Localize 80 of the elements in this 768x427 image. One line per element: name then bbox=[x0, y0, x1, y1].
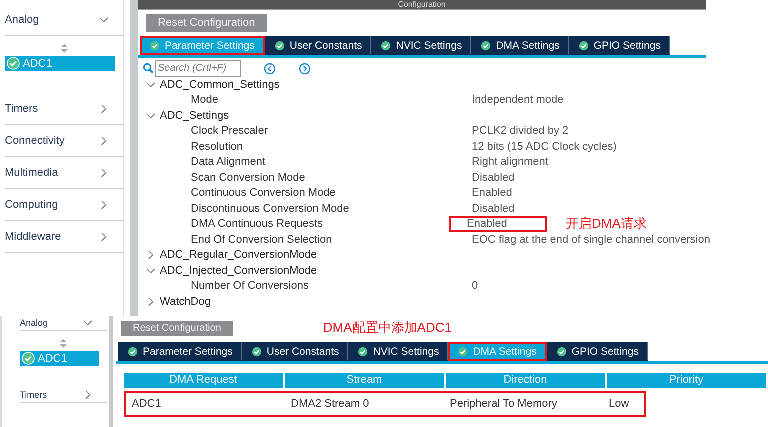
parameter-value[interactable]: Right alignment bbox=[467, 154, 554, 170]
parameter-name: Scan Conversion Mode bbox=[190, 172, 306, 184]
chevron-down-icon[interactable] bbox=[146, 80, 156, 90]
parameter-name: Mode bbox=[190, 94, 220, 106]
annotation-text: DMA配置中添加ADC1 bbox=[323, 319, 452, 337]
sort-arrows-icon[interactable] bbox=[60, 339, 68, 348]
tree-group-label[interactable]: WatchDog bbox=[160, 296, 211, 308]
check-circle-icon bbox=[274, 40, 285, 50]
chevron-down-icon[interactable] bbox=[146, 266, 156, 276]
chevron-right-icon[interactable] bbox=[99, 104, 109, 114]
category-label[interactable]: Timers bbox=[5, 102, 38, 114]
sort-arrows-icon[interactable] bbox=[60, 44, 68, 53]
tab[interactable]: GPIO Settings bbox=[546, 342, 648, 361]
category-label[interactable]: Analog bbox=[20, 318, 48, 328]
check-circle-icon bbox=[252, 346, 262, 356]
parameter-name: Resolution bbox=[190, 140, 244, 153]
check-circle-icon bbox=[481, 40, 492, 50]
panel-header: Configuration bbox=[138, 0, 706, 10]
chevron-down-icon[interactable] bbox=[99, 14, 109, 24]
parameter-value[interactable]: Enabled bbox=[467, 185, 518, 202]
parameter-value[interactable]: Disabled bbox=[467, 200, 520, 217]
table-cell-text: Low bbox=[608, 398, 630, 410]
check-circle-icon bbox=[381, 40, 392, 50]
parameter-value[interactable]: Disabled bbox=[467, 170, 520, 186]
category-label[interactable]: Analog bbox=[5, 14, 40, 26]
chevron-right-icon[interactable] bbox=[146, 296, 156, 307]
chevron-right-icon[interactable] bbox=[99, 136, 109, 146]
check-circle-icon bbox=[150, 40, 160, 50]
search-icon bbox=[143, 63, 154, 74]
chevron-right-icon[interactable] bbox=[99, 232, 109, 242]
parameter-value[interactable]: PCLK2 divided by 2 bbox=[467, 123, 574, 140]
tab[interactable]: Parameter Settings bbox=[118, 342, 242, 361]
tab[interactable]: User Constants bbox=[264, 36, 372, 55]
tree-group-label[interactable]: ADC_Regular_ConversionMode bbox=[160, 249, 318, 262]
chevron-right-icon[interactable] bbox=[99, 200, 109, 210]
check-circle-icon bbox=[458, 346, 468, 356]
chevron-right-icon[interactable] bbox=[83, 390, 94, 400]
tree-group-label[interactable]: ADC_Common_Settings bbox=[160, 78, 280, 91]
check-circle-icon bbox=[22, 352, 35, 365]
category-label[interactable]: Middleware bbox=[5, 230, 62, 242]
next-icon[interactable] bbox=[299, 62, 311, 74]
category-label[interactable]: Connectivity bbox=[5, 134, 65, 146]
chevron-right-icon[interactable] bbox=[99, 168, 109, 178]
parameter-value[interactable]: Independent mode bbox=[467, 92, 569, 108]
chevron-down-icon[interactable] bbox=[146, 110, 156, 121]
parameter-name: Data Alignment bbox=[190, 156, 267, 168]
tree-group-label[interactable]: ADC_Injected_ConversionMode bbox=[160, 264, 318, 277]
table-cell-text: DMA2 Stream 0 bbox=[290, 398, 370, 410]
parameter-name: Continuous Conversion Mode bbox=[190, 187, 337, 200]
annotation-text: 开启DMA请求 bbox=[566, 214, 647, 232]
tab[interactable]: User Constants bbox=[242, 342, 348, 361]
check-circle-icon bbox=[7, 57, 20, 70]
parameter-value[interactable]: EOC flag at the end of single channel conversion bbox=[467, 232, 716, 248]
check-circle-icon bbox=[128, 346, 138, 356]
parameter-name: Clock Prescaler bbox=[190, 125, 270, 138]
previous-icon[interactable] bbox=[264, 62, 276, 74]
parameter-value[interactable]: Enabled bbox=[449, 216, 548, 232]
table-cell-text: Peripheral To Memory bbox=[449, 398, 558, 410]
category-label[interactable]: Timers bbox=[20, 390, 48, 400]
tab[interactable]: GPIO Settings bbox=[568, 36, 670, 55]
check-circle-icon bbox=[556, 346, 567, 356]
tab[interactable]: NVIC Settings bbox=[348, 342, 448, 361]
check-circle-icon bbox=[358, 346, 368, 356]
category-label[interactable]: Computing bbox=[5, 198, 58, 210]
parameter-name: Number Of Conversions bbox=[190, 280, 310, 292]
search-field[interactable]: Search (Crtl+F) bbox=[155, 60, 241, 77]
check-circle-icon bbox=[578, 40, 589, 50]
tab[interactable]: NVIC Settings bbox=[371, 36, 472, 55]
chevron-down-icon[interactable] bbox=[83, 318, 94, 328]
tree-group-label[interactable]: ADC_Settings bbox=[160, 110, 230, 122]
parameter-value[interactable]: 12 bits (15 ADC Clock cycles) bbox=[467, 138, 622, 155]
parameter-name: End Of Conversion Selection bbox=[190, 234, 334, 246]
parameter-name: Discontinuous Conversion Mode bbox=[190, 202, 350, 215]
table-cell-text: ADC1 bbox=[131, 398, 162, 410]
chevron-right-icon[interactable] bbox=[146, 250, 156, 260]
table-row[interactable]: ADC1 DMA2 Stream 0 Peripheral To Memory Low bbox=[124, 391, 646, 417]
tab[interactable]: DMA Settings bbox=[471, 36, 569, 55]
parameter-value[interactable]: 0 bbox=[467, 278, 484, 294]
parameter-name: DMA Continuous Requests bbox=[190, 218, 324, 230]
category-label[interactable]: Multimedia bbox=[5, 166, 58, 178]
